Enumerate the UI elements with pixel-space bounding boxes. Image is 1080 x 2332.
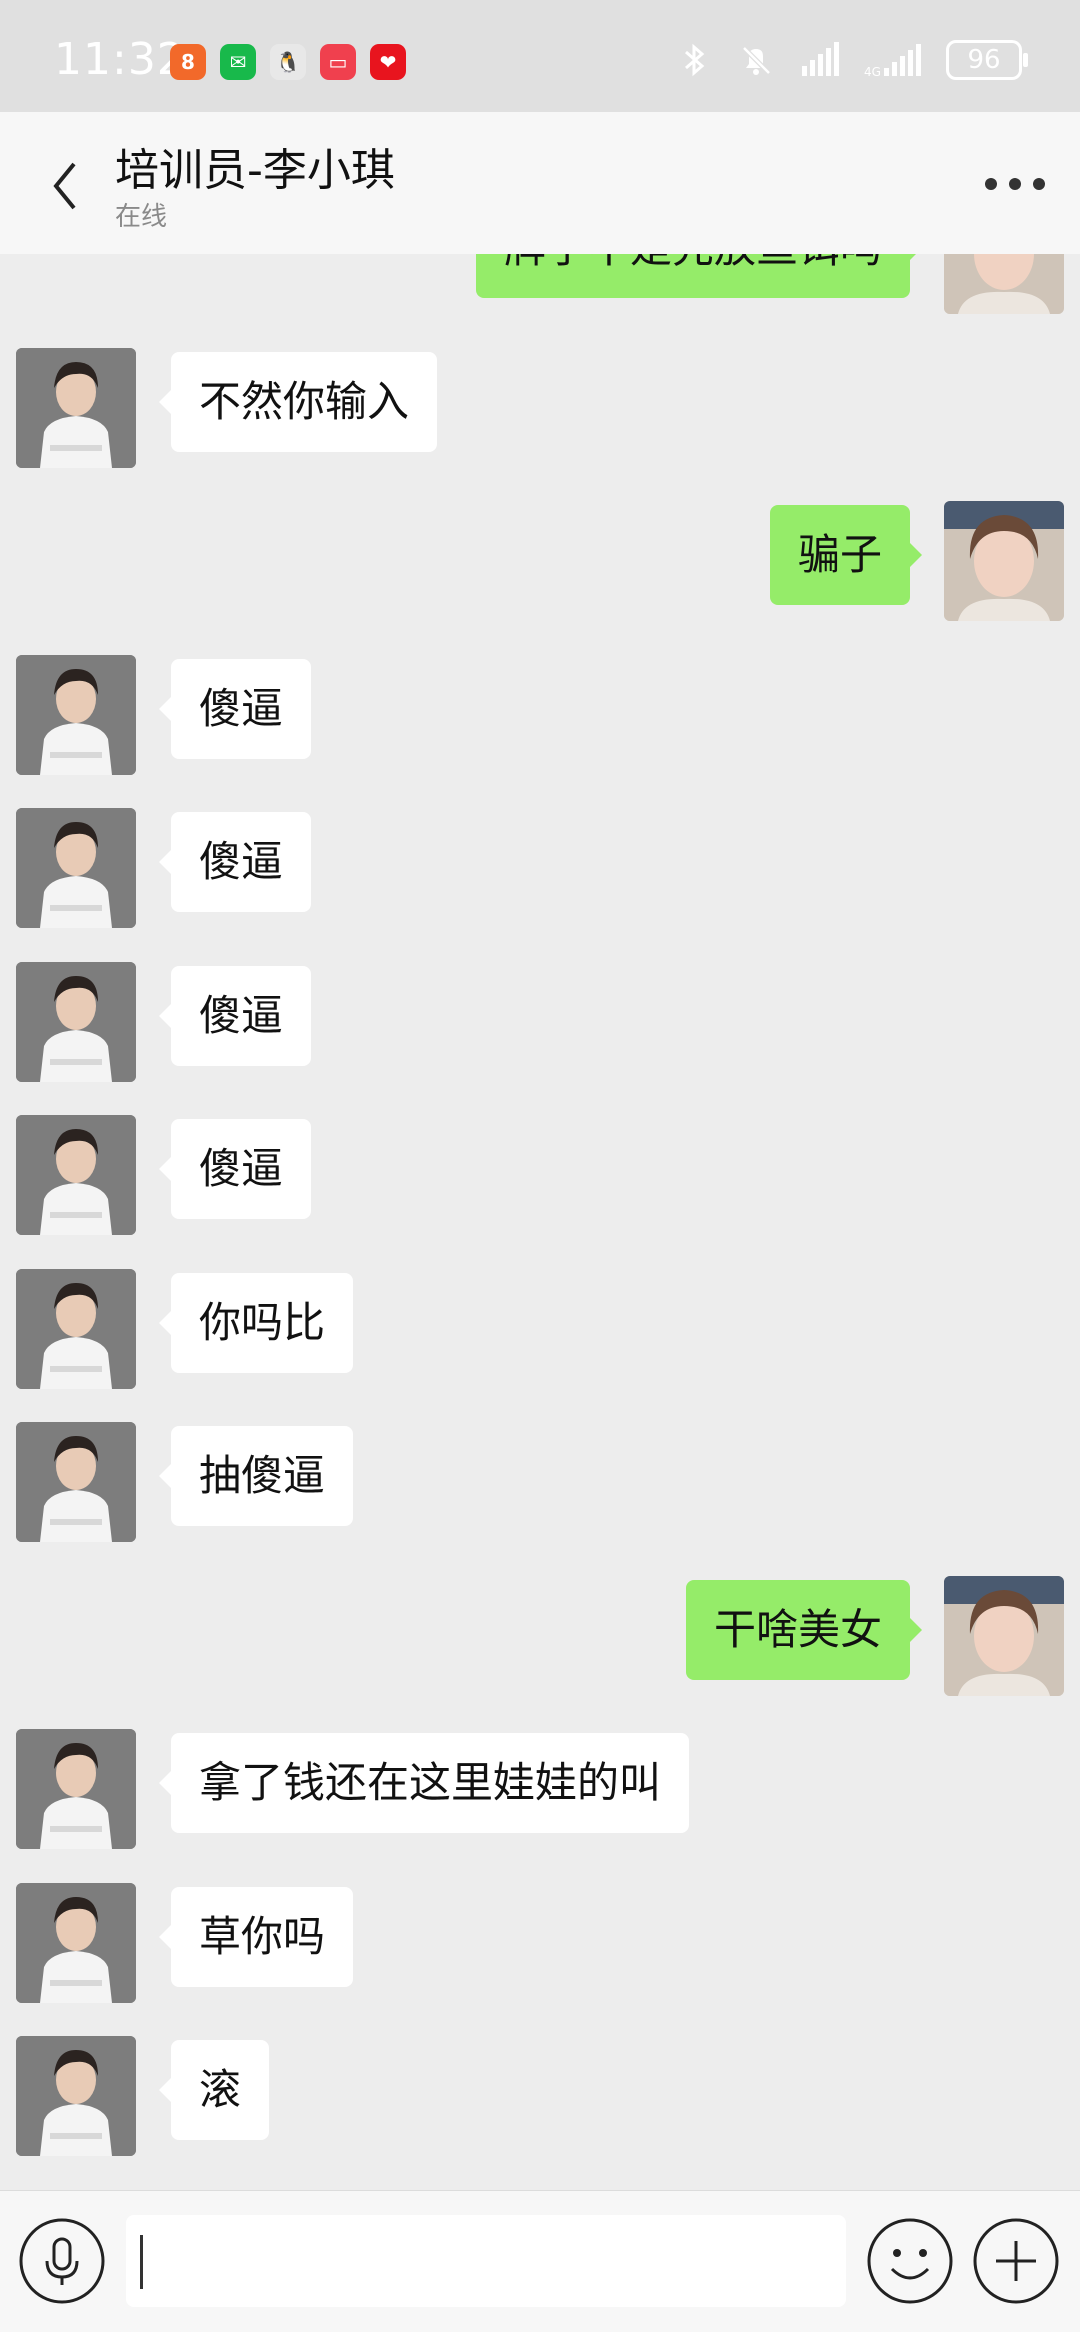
contact-avatar[interactable] [16, 1883, 136, 2003]
message-input[interactable] [126, 2215, 846, 2307]
more-functions-plus-icon[interactable] [972, 2217, 1060, 2305]
svg-text:4G: 4G [864, 65, 881, 79]
signal-icon [802, 42, 839, 76]
message-bubble[interactable]: 你吗比 [158, 1273, 354, 1373]
status-indicators: 4G 96 [674, 40, 1028, 80]
my-avatar[interactable] [944, 501, 1064, 621]
my-avatar[interactable] [944, 254, 1064, 314]
contact-avatar[interactable] [16, 962, 136, 1082]
message-bubble[interactable]: 傻逼 [158, 966, 312, 1066]
received-message: 傻逼 [16, 1115, 1064, 1235]
status-time: 11:32 [54, 34, 186, 85]
input-bar [0, 2190, 1080, 2332]
sent-message: 牌子不是先放鱼饵吗 [16, 254, 1064, 314]
xiaohongshu-icon: 8 [170, 44, 206, 80]
message-bubble[interactable]: 拿了钱还在这里娃娃的叫 [158, 1733, 690, 1833]
red-app-icon: ▭ [320, 44, 356, 80]
status-bar: 11:32 8 ✉ 🐧 ▭ ❤ 4G 96 [0, 0, 1080, 112]
message-bubble[interactable]: 傻逼 [158, 812, 312, 912]
sent-message: 骗子 [16, 501, 1064, 621]
received-message: 傻逼 [16, 962, 1064, 1082]
contact-avatar[interactable] [16, 655, 136, 775]
contact-avatar[interactable] [16, 1269, 136, 1389]
message-bubble[interactable]: 骗子 [769, 505, 923, 605]
received-message: 草你吗 [16, 1883, 1064, 2003]
chat-title: 培训员-李小琪 [115, 145, 395, 196]
received-message: 抽傻逼 [16, 1422, 1064, 1542]
message-bubble[interactable]: 傻逼 [158, 659, 312, 759]
contact-avatar[interactable] [16, 808, 136, 928]
message-bubble[interactable]: 抽傻逼 [158, 1426, 354, 1526]
more-options-icon[interactable] [982, 172, 1048, 196]
message-list[interactable]: 牌子不是先放鱼饵吗不然你输入骗子傻逼傻逼傻逼傻逼你吗比抽傻逼干啥美女拿了钱还在这… [0, 254, 1080, 2190]
contact-avatar[interactable] [16, 1115, 136, 1235]
message-bubble[interactable]: 傻逼 [158, 1119, 312, 1219]
received-message: 傻逼 [16, 655, 1064, 775]
voice-input-icon[interactable] [18, 2217, 106, 2305]
signal-secondary-icon: 4G [864, 44, 921, 79]
received-message: 不然你输入 [16, 348, 1064, 468]
received-message: 拿了钱还在这里娃娃的叫 [16, 1729, 1064, 1849]
text-caret [140, 2235, 143, 2289]
chat-header: 培训员-李小琪 在线 [0, 112, 1080, 254]
pinduoduo-icon: ❤ [370, 44, 406, 80]
message-bubble[interactable]: 滚 [158, 2040, 270, 2140]
qq-icon: 🐧 [270, 44, 306, 80]
contact-avatar[interactable] [16, 348, 136, 468]
message-bubble[interactable]: 草你吗 [158, 1887, 354, 1987]
contact-avatar[interactable] [16, 2036, 136, 2156]
battery-indicator: 96 [946, 40, 1028, 80]
bluetooth-icon [685, 43, 705, 77]
sent-message: 干啥美女 [16, 1576, 1064, 1696]
contact-avatar[interactable] [16, 1422, 136, 1542]
my-avatar[interactable] [944, 1576, 1064, 1696]
back-chevron-icon[interactable] [46, 156, 86, 216]
message-bubble[interactable]: 干啥美女 [685, 1580, 923, 1680]
received-message: 你吗比 [16, 1269, 1064, 1389]
received-message: 滚 [16, 2036, 1064, 2156]
mute-bell-icon [742, 46, 771, 75]
contact-avatar[interactable] [16, 1729, 136, 1849]
message-bubble[interactable]: 牌子不是先放鱼饵吗 [475, 254, 923, 298]
notification-app-icons: 8 ✉ 🐧 ▭ ❤ [170, 44, 406, 80]
emoji-icon[interactable] [866, 2217, 954, 2305]
online-status: 在线 [115, 202, 168, 232]
received-message: 傻逼 [16, 808, 1064, 928]
message-bubble[interactable]: 不然你输入 [158, 352, 438, 452]
wechat-icon: ✉ [220, 44, 256, 80]
